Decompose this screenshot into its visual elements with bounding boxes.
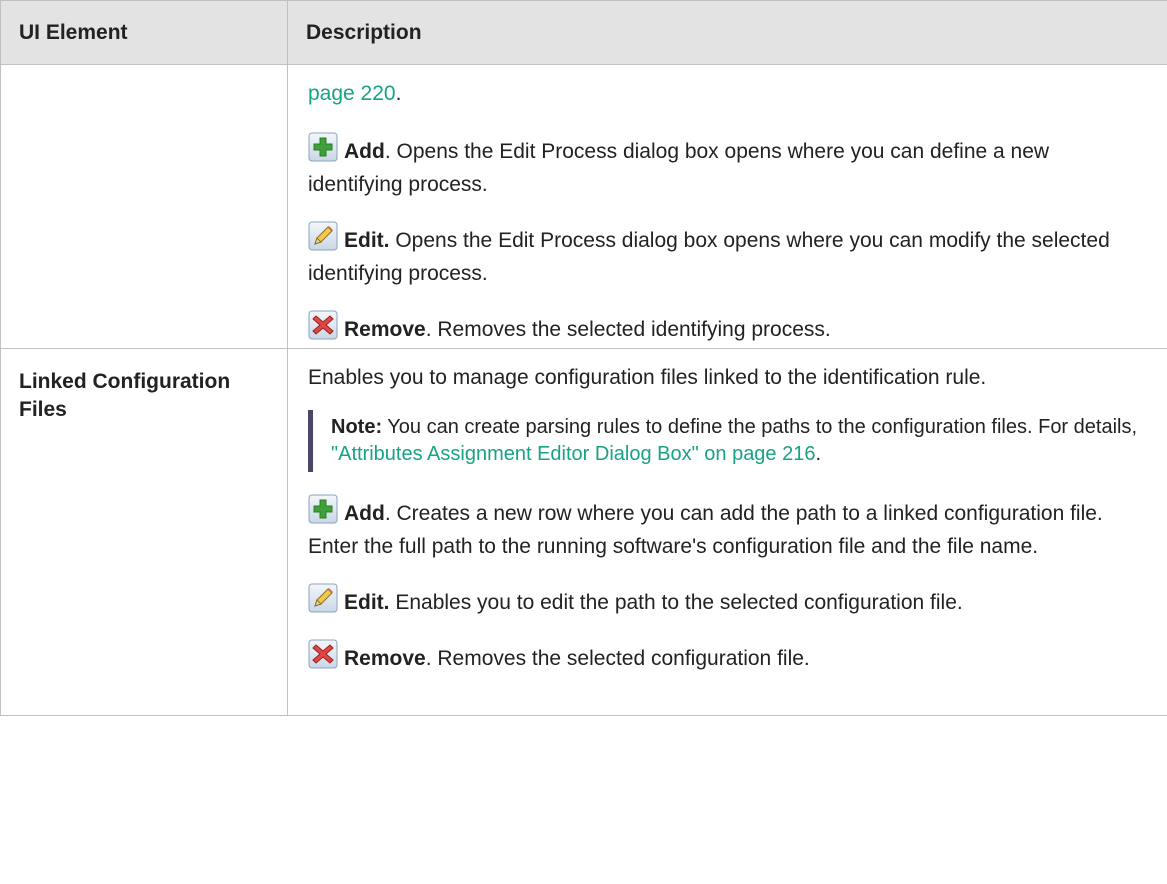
add-label: Add — [344, 140, 385, 163]
ui-element-table: UI Element Description page 220. Add. Op… — [0, 0, 1167, 716]
table-row: Linked Configuration Files Enables you t… — [0, 348, 1167, 716]
remove-x-icon — [308, 639, 338, 669]
edit-description: Edit. Opens the Edit Process dialog box … — [308, 221, 1147, 290]
add-text: . Creates a new row where you can add th… — [308, 502, 1103, 558]
remove-text: . Removes the selected configuration fil… — [425, 647, 810, 670]
add-label: Add — [344, 502, 385, 525]
column-header-ui-element: UI Element — [0, 0, 288, 65]
remove-text: . Removes the selected identifying proce… — [425, 318, 831, 341]
ui-element-cell-empty — [0, 64, 288, 349]
description-cell: page 220. Add. Opens the Edit Process di… — [287, 64, 1167, 349]
edit-description: Edit. Enables you to edit the path to th… — [308, 583, 1147, 619]
edit-label: Edit. — [344, 591, 390, 614]
remove-description: Remove. Removes the selected identifying… — [308, 310, 1147, 346]
remove-label: Remove — [344, 318, 426, 341]
page-link[interactable]: page 220 — [308, 82, 396, 105]
note-box: Note: You can create parsing rules to de… — [308, 410, 1147, 472]
edit-text: Opens the Edit Process dialog box opens … — [308, 229, 1110, 285]
continued-text: page 220. — [308, 77, 1147, 110]
table-header-row: UI Element Description — [0, 0, 1167, 65]
edit-label: Edit. — [344, 229, 390, 252]
description-cell: Enables you to manage configuration file… — [287, 348, 1167, 716]
table-row: page 220. Add. Opens the Edit Process di… — [0, 64, 1167, 349]
link-suffix: . — [395, 82, 402, 105]
note-label: Note: — [331, 416, 383, 438]
note-text: You can create parsing rules to define t… — [382, 416, 1138, 438]
remove-label: Remove — [344, 647, 426, 670]
remove-description: Remove. Removes the selected configurati… — [308, 639, 1147, 715]
add-description: Add. Opens the Edit Process dialog box o… — [308, 132, 1147, 201]
add-icon — [308, 132, 338, 162]
add-icon — [308, 494, 338, 524]
edit-pencil-icon — [308, 221, 338, 251]
edit-text: Enables you to edit the path to the sele… — [389, 591, 963, 614]
note-suffix: . — [815, 443, 822, 465]
attributes-editor-link[interactable]: "Attributes Assignment Editor Dialog Box… — [331, 443, 815, 465]
add-text: . Opens the Edit Process dialog box open… — [308, 140, 1050, 196]
add-description: Add. Creates a new row where you can add… — [308, 494, 1147, 563]
column-header-description: Description — [287, 0, 1167, 65]
edit-pencil-icon — [308, 583, 338, 613]
intro-text: Enables you to manage configuration file… — [308, 366, 987, 389]
ui-element-name: Linked Configuration Files — [0, 348, 288, 716]
remove-x-icon — [308, 310, 338, 340]
